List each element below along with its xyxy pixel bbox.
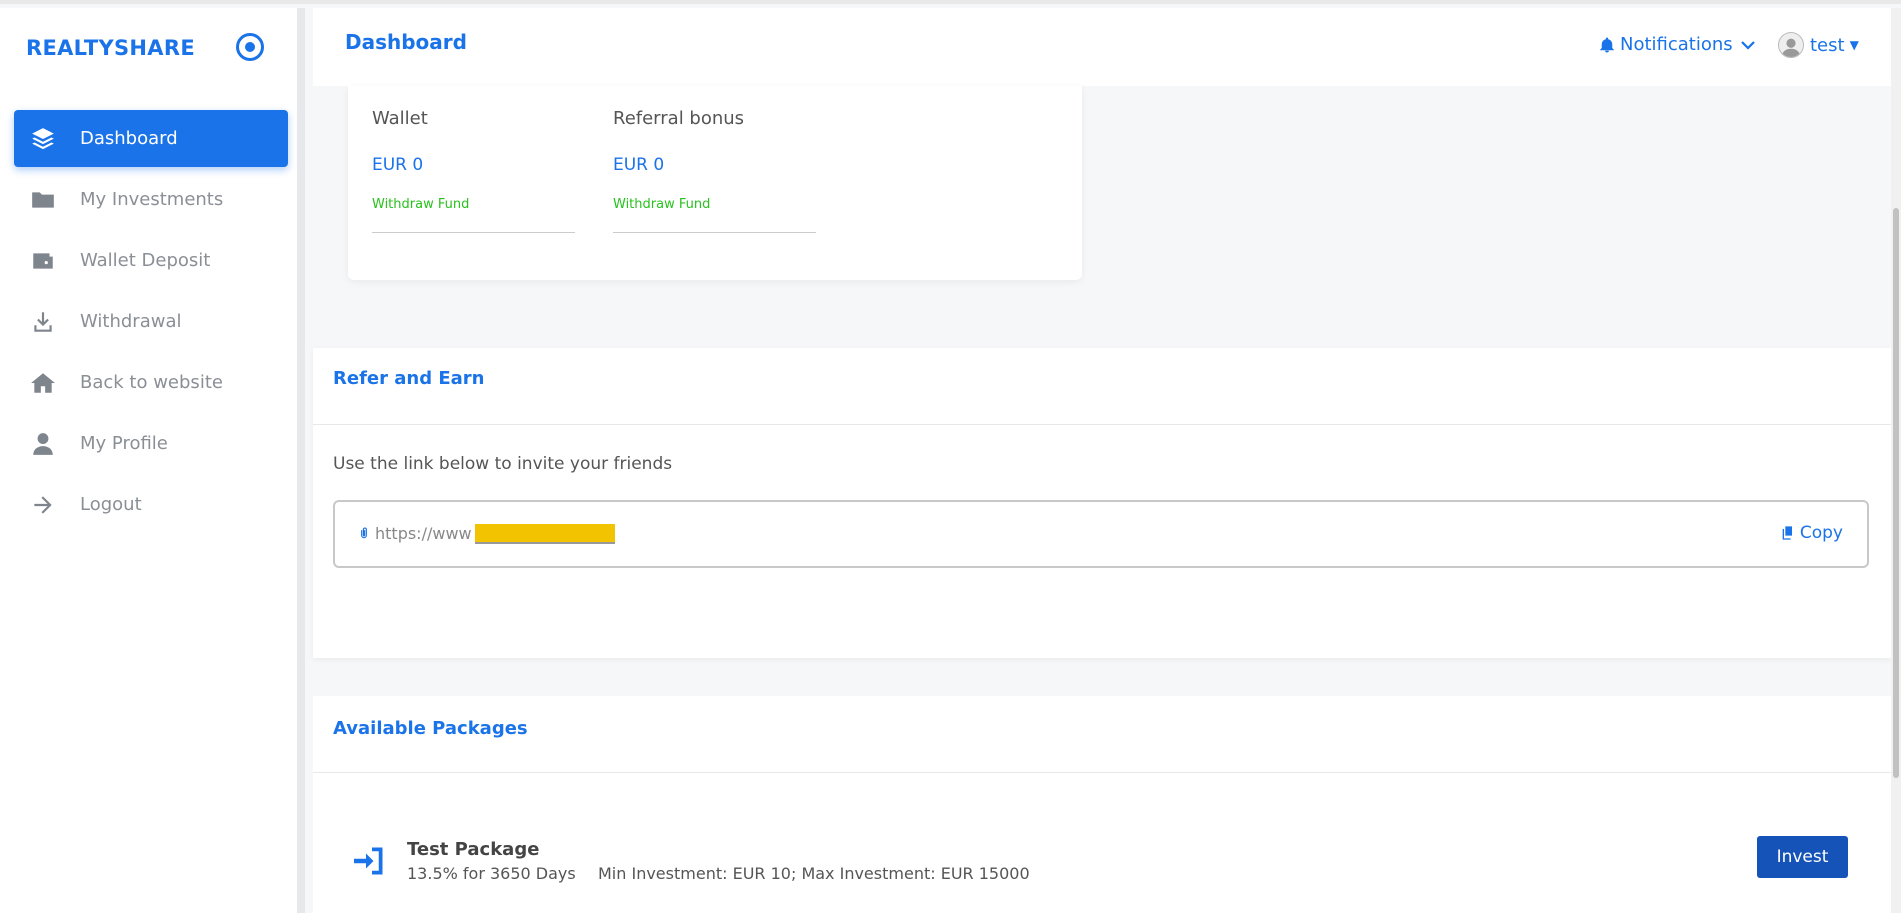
chevron-down-icon bbox=[1740, 40, 1755, 50]
sidebar: REALTYSHARE Dashboard My Investments Wal… bbox=[0, 8, 305, 913]
sidebar-item-wallet-deposit[interactable]: Wallet Deposit bbox=[14, 232, 288, 289]
sidebar-item-label: Back to website bbox=[80, 372, 223, 393]
sidebar-item-dashboard[interactable]: Dashboard bbox=[14, 110, 288, 167]
referral-link-field[interactable]: https://www Copy bbox=[333, 500, 1869, 568]
folder-icon bbox=[28, 187, 58, 213]
wallet-card: Wallet EUR 0 Withdraw Fund Referral bonu… bbox=[348, 86, 1082, 280]
notifications-dropdown[interactable]: Notifications bbox=[1598, 34, 1761, 55]
wallet-label: Wallet bbox=[372, 108, 428, 129]
referral-withdraw-link[interactable]: Withdraw Fund bbox=[613, 197, 816, 212]
notifications-label: Notifications bbox=[1620, 34, 1733, 55]
user-name: test bbox=[1810, 34, 1845, 56]
sidebar-item-label: Withdrawal bbox=[80, 311, 182, 332]
home-icon bbox=[28, 370, 58, 396]
caret-down-icon: ▼ bbox=[1849, 38, 1859, 52]
paperclip-icon bbox=[361, 527, 367, 539]
sidebar-item-label: My Investments bbox=[80, 189, 224, 210]
copy-icon bbox=[1782, 526, 1792, 540]
copy-label: Copy bbox=[1799, 523, 1843, 543]
available-packages-panel: Available Packages Test Package 13.5% fo… bbox=[313, 696, 1891, 913]
redaction-mark bbox=[475, 524, 615, 544]
copy-button[interactable]: Copy bbox=[1780, 523, 1843, 543]
brand-logo[interactable]: REALTYSHARE bbox=[26, 36, 195, 60]
referral-bonus-label: Referral bonus bbox=[613, 108, 745, 129]
layers-icon bbox=[28, 126, 58, 152]
top-header: Dashboard Notifications test ▼ bbox=[313, 8, 1891, 86]
referral-column: Referral bonus EUR 0 Withdraw Fund bbox=[613, 108, 816, 233]
download-icon bbox=[28, 309, 58, 335]
scrollbar-thumb[interactable] bbox=[1893, 208, 1899, 778]
sidebar-toggle-button[interactable] bbox=[236, 33, 264, 61]
arrow-right-icon bbox=[28, 492, 58, 518]
sidebar-nav: Dashboard My Investments Wallet Deposit … bbox=[14, 110, 288, 537]
sidebar-item-label: My Profile bbox=[80, 433, 168, 454]
divider bbox=[313, 424, 1891, 425]
sidebar-item-my-profile[interactable]: My Profile bbox=[14, 415, 288, 472]
divider bbox=[313, 772, 1891, 773]
package-rate: 13.5% for 3650 Days bbox=[407, 864, 576, 883]
referral-bonus-balance: EUR 0 bbox=[613, 155, 665, 175]
sidebar-item-label: Dashboard bbox=[80, 128, 178, 149]
user-menu[interactable]: test ▼ bbox=[1778, 32, 1859, 58]
divider bbox=[372, 232, 575, 233]
sidebar-item-label: Logout bbox=[80, 494, 142, 515]
bell-icon bbox=[1600, 37, 1614, 52]
wallet-column: Wallet EUR 0 Withdraw Fund bbox=[372, 108, 575, 233]
wallet-icon bbox=[28, 248, 58, 274]
referral-link-value: https://www bbox=[375, 524, 472, 543]
user-icon bbox=[28, 431, 58, 457]
avatar bbox=[1778, 32, 1804, 58]
refer-and-earn-panel: Refer and Earn Use the link below to inv… bbox=[313, 348, 1891, 658]
invest-button[interactable]: Invest bbox=[1757, 836, 1848, 878]
radio-dot-icon bbox=[245, 42, 255, 52]
scrollbar[interactable] bbox=[1891, 8, 1901, 913]
page-title: Dashboard bbox=[345, 30, 467, 54]
sidebar-item-back-to-website[interactable]: Back to website bbox=[14, 354, 288, 411]
invite-instructions: Use the link below to invite your friend… bbox=[333, 454, 673, 474]
sidebar-item-label: Wallet Deposit bbox=[80, 250, 211, 271]
wallet-withdraw-link[interactable]: Withdraw Fund bbox=[372, 197, 575, 212]
package-limits: Min Investment: EUR 10; Max Investment: … bbox=[598, 864, 1030, 883]
wallet-balance: EUR 0 bbox=[372, 155, 424, 175]
sidebar-item-my-investments[interactable]: My Investments bbox=[14, 171, 288, 228]
sidebar-item-logout[interactable]: Logout bbox=[14, 476, 288, 533]
package-name: Test Package bbox=[407, 839, 540, 860]
sidebar-item-withdrawal[interactable]: Withdrawal bbox=[14, 293, 288, 350]
packages-panel-title: Available Packages bbox=[333, 718, 528, 739]
refer-panel-title: Refer and Earn bbox=[333, 368, 485, 389]
divider bbox=[613, 232, 816, 233]
sign-in-icon bbox=[354, 847, 383, 875]
